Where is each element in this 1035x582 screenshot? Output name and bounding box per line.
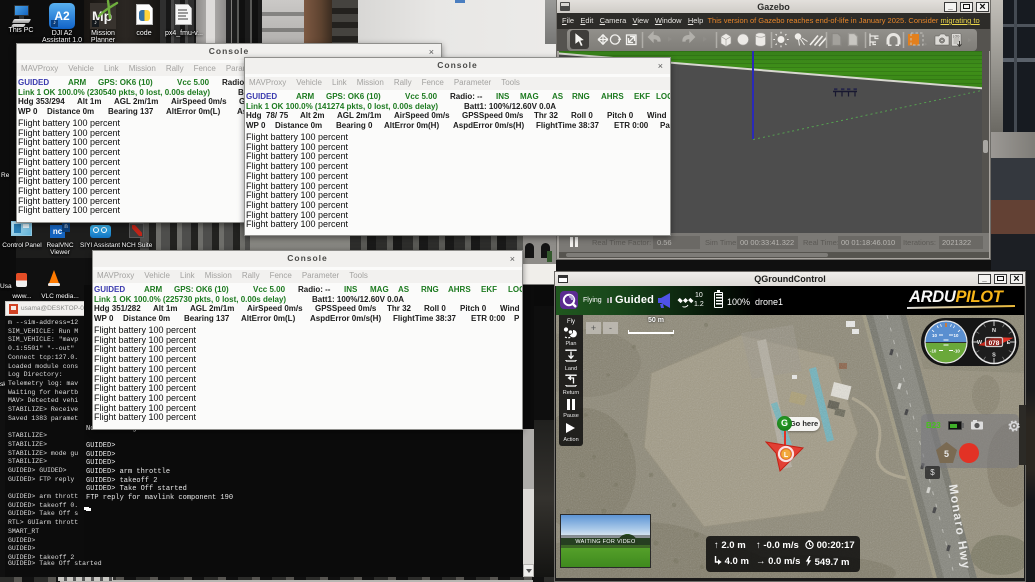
svg-text:N: N bbox=[992, 328, 996, 334]
svg-text:-10: -10 bbox=[930, 349, 937, 354]
svg-text:078: 078 bbox=[989, 340, 1000, 347]
svg-text:10: 10 bbox=[954, 333, 959, 338]
svg-text:10: 10 bbox=[932, 333, 937, 338]
svg-text:LOG: LOG bbox=[953, 35, 960, 39]
svg-text:-10: -10 bbox=[954, 349, 961, 354]
svg-text:S: S bbox=[992, 353, 996, 359]
svg-text:L: L bbox=[784, 452, 789, 459]
svg-text:E: E bbox=[1007, 340, 1011, 346]
